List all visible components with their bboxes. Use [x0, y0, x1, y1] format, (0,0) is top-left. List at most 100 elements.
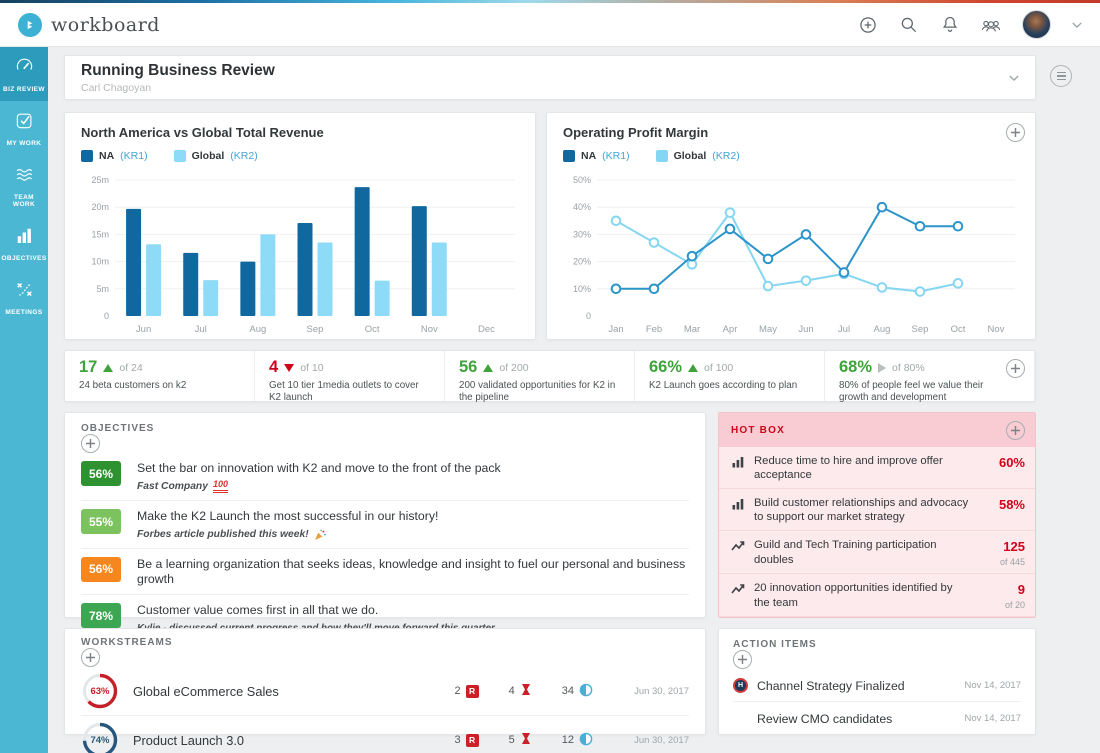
svg-text:5m: 5m	[96, 284, 109, 294]
party-popper-emoji	[314, 529, 326, 541]
workstream-row[interactable]: 63% Global eCommerce Sales 2R 4 34 Jun 3…	[81, 667, 689, 716]
workboard-logo-icon	[18, 13, 42, 37]
bar-chart-icon	[14, 225, 35, 251]
add-kpi-button[interactable]	[1006, 359, 1025, 378]
svg-text:30%: 30%	[573, 229, 591, 239]
bar-chart-icon	[731, 455, 746, 474]
spacer	[733, 711, 748, 726]
add-hot-box-button[interactable]	[1006, 421, 1025, 440]
objective-row[interactable]: 56% Set the bar on innovation with K2 an…	[81, 453, 689, 501]
svg-text:Oct: Oct	[951, 324, 966, 335]
workstreams-heading: WORKSTREAMS	[81, 637, 689, 648]
svg-text:Dec: Dec	[478, 324, 495, 335]
revenue-chart-card: North America vs Global Total Revenue NA…	[64, 112, 536, 340]
add-objective-button[interactable]	[81, 434, 100, 453]
svg-text:Sep: Sep	[912, 324, 929, 335]
objective-row[interactable]: 55% Make the K2 Launch the most successf…	[81, 501, 689, 548]
review-menu-icon[interactable]	[1050, 65, 1072, 87]
objective-row[interactable]: 56% Be a learning organization that seek…	[81, 549, 689, 596]
action-item-row[interactable]: H Channel Strategy Finalized Nov 14, 201…	[733, 669, 1021, 702]
svg-text:Jun: Jun	[798, 324, 813, 335]
notifications-icon[interactable]	[940, 15, 960, 35]
h-badge-icon: H	[733, 678, 748, 693]
bar-chart-icon	[731, 497, 746, 516]
account-chevron-down-icon[interactable]	[1072, 20, 1082, 30]
svg-text:0: 0	[586, 311, 591, 321]
progress-badge: 55%	[81, 509, 121, 534]
sidebar-item-objectives[interactable]: OBJECTIVES	[0, 216, 48, 270]
kpi-media-outlets[interactable]: 4of 10 Get 10 tier 1media outlets to cov…	[255, 351, 445, 401]
objectives-section: OBJECTIVES 56% Set the bar on innovation…	[64, 412, 706, 618]
svg-text:Sep: Sep	[307, 324, 324, 335]
review-title-card: Running Business Review Carl Chagoyan	[64, 55, 1036, 100]
svg-text:Jan: Jan	[608, 324, 623, 335]
svg-text:Aug: Aug	[249, 324, 266, 335]
svg-text:63%: 63%	[90, 686, 110, 697]
progress-badge: 56%	[81, 461, 121, 486]
hot-box-row[interactable]: Guild and Tech Training participation do…	[719, 531, 1035, 574]
profit-margin-line-chart: 010%20%30%40%50%JanFebMarAprMayJunJulAug…	[563, 170, 1021, 340]
svg-text:Aug: Aug	[874, 324, 891, 335]
kpi-k2-launch-plan[interactable]: 66%of 100 K2 Launch goes according to pl…	[635, 351, 825, 401]
kpi-validated-opportunities[interactable]: 56of 200 200 validated opportunities for…	[445, 351, 635, 401]
revenue-bar-chart: 05m10m15m20m25mJunJulAugSepOctNovDec	[81, 170, 521, 340]
hot-box-section: HOT BOX Reduce time to hire and improve …	[718, 412, 1036, 618]
logo-text: workboard	[51, 14, 160, 36]
chart-legend: NA(KR1) Global(KR2)	[81, 148, 519, 164]
in-progress-icon	[579, 732, 593, 749]
search-icon[interactable]	[899, 15, 919, 35]
svg-text:25m: 25m	[91, 175, 109, 185]
chart-title: North America vs Global Total Revenue	[81, 125, 519, 140]
kpi-row: 17of 24 24 beta customers on k2 4of 10 G…	[64, 350, 1036, 402]
svg-text:Jul: Jul	[195, 324, 207, 335]
svg-text:Jul: Jul	[838, 324, 850, 335]
collapse-chevron-down-icon[interactable]	[1009, 73, 1019, 83]
hot-box-row[interactable]: Go to Market Strategy 38%	[719, 617, 1035, 618]
workboard-logo[interactable]: workboard	[18, 13, 160, 37]
profit-margin-chart-card: Operating Profit Margin NA(KR1) Global(K…	[546, 112, 1036, 340]
svg-text:Oct: Oct	[365, 324, 380, 335]
svg-text:10%: 10%	[573, 284, 591, 294]
workstream-row[interactable]: 74% Product Launch 3.0 3R 5 12 Jun 30, 2…	[81, 716, 689, 753]
trend-down-icon	[284, 364, 294, 372]
add-action-item-button[interactable]	[733, 650, 752, 669]
action-items-section: ACTION ITEMS H Channel Strategy Finalize…	[718, 628, 1036, 735]
kpi-growth-development[interactable]: 68%of 80% 80% of people feel we value th…	[825, 351, 1035, 401]
main-content: Running Business Review Carl Chagoyan No…	[48, 47, 1100, 753]
objectives-heading: OBJECTIVES	[81, 423, 689, 434]
sidebar-item-meetings[interactable]: MEETINGS	[0, 270, 48, 324]
sidebar-item-biz-review[interactable]: BIZ REVIEW	[0, 47, 48, 101]
global-swatch	[174, 150, 186, 162]
sidebar: BIZ REVIEW MY WORK TEAM WORK OBJECTIVES …	[0, 47, 48, 753]
hundred-points-emoji: 100	[213, 480, 228, 493]
svg-text:May: May	[759, 324, 777, 335]
user-avatar[interactable]	[1022, 10, 1051, 39]
action-items-heading: ACTION ITEMS	[733, 639, 1021, 650]
add-icon[interactable]	[858, 15, 878, 35]
action-item-row[interactable]: Review CMO candidates Nov 14, 2017	[733, 702, 1021, 734]
gauge-icon	[14, 56, 35, 82]
trend-up-icon	[483, 364, 493, 372]
trend-up-icon	[103, 364, 113, 372]
hot-box-row[interactable]: 20 innovation opportunities identified b…	[719, 574, 1035, 617]
add-workstream-button[interactable]	[81, 648, 100, 667]
sidebar-item-my-work[interactable]: MY WORK	[0, 101, 48, 155]
page-title: Running Business Review	[81, 62, 275, 80]
na-swatch	[81, 150, 93, 162]
chart-title: Operating Profit Margin	[563, 125, 1019, 140]
svg-text:0: 0	[104, 311, 109, 321]
svg-text:20%: 20%	[573, 257, 591, 267]
na-swatch	[563, 150, 575, 162]
hot-box-row[interactable]: Reduce time to hire and improve offer ac…	[719, 447, 1035, 489]
svg-text:15m: 15m	[91, 229, 109, 239]
at-risk-icon: R	[466, 685, 479, 698]
people-icon[interactable]	[981, 15, 1001, 35]
hot-box-row[interactable]: Build customer relationships and advocac…	[719, 489, 1035, 531]
progress-ring: 74%	[81, 721, 119, 753]
kpi-beta-customers[interactable]: 17of 24 24 beta customers on k2	[65, 351, 255, 401]
add-chart-button[interactable]	[1006, 123, 1025, 142]
progress-ring: 63%	[81, 672, 119, 710]
svg-text:40%: 40%	[573, 202, 591, 212]
sidebar-item-team-work[interactable]: TEAM WORK	[0, 155, 48, 216]
hot-box-header: HOT BOX	[719, 413, 1035, 447]
